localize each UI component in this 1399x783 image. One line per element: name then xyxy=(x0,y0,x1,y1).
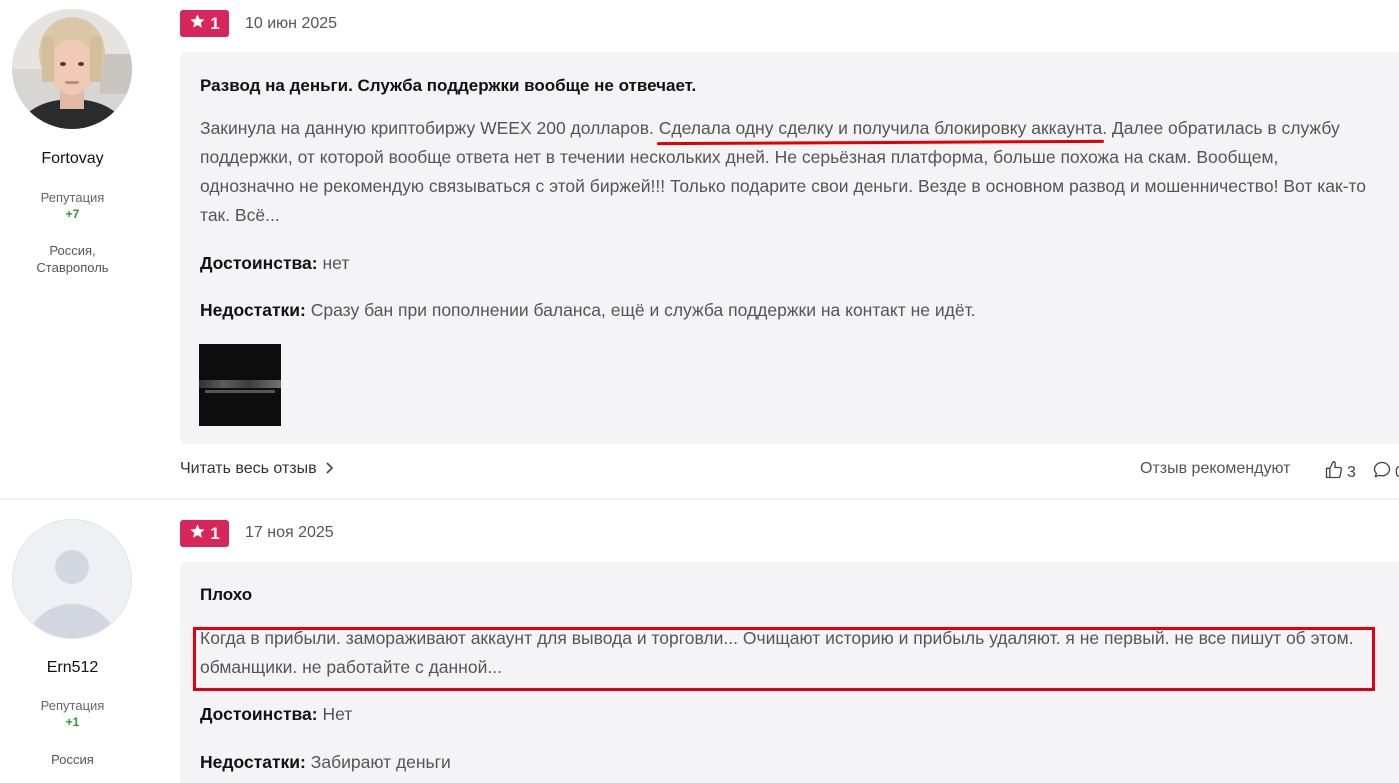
review-text-part: Закинула на данную криптобиржу WEEX 200 … xyxy=(200,118,659,138)
review-footer: Читать весь отзыв Отзыв рекомендуют 3 0 xyxy=(180,460,1399,481)
review-date: 10 июн 2025 xyxy=(245,15,338,32)
pros-label: Достоинства: xyxy=(200,704,318,724)
star-icon xyxy=(189,13,206,35)
comments-button[interactable]: 0 xyxy=(1372,460,1399,485)
avatar[interactable] xyxy=(12,519,132,639)
cons-value: Забирают деньги xyxy=(310,752,451,772)
review-photo-thumbnail[interactable] xyxy=(199,344,281,426)
pros-label: Достоинства: xyxy=(200,253,318,273)
author-location: Россия xyxy=(51,752,94,767)
review-cons: Недостатки: Сразу бан при пополнении бал… xyxy=(200,300,976,321)
comments-count: 0 xyxy=(1395,464,1399,482)
read-more-label: Читать весь отзыв xyxy=(180,460,317,477)
author-name[interactable]: Fortovay xyxy=(0,150,145,168)
review-title[interactable]: Плохо xyxy=(200,585,252,605)
reputation-label: Репутация xyxy=(40,698,105,713)
likes-count: 3 xyxy=(1347,463,1356,481)
avatar[interactable] xyxy=(12,9,132,129)
review-pros: Достоинства: Нет xyxy=(200,704,352,725)
thumbnail-graphic xyxy=(199,380,281,388)
location-city: Ставрополь xyxy=(36,260,109,275)
pros-value: нет xyxy=(322,253,350,273)
thumbnail-graphic xyxy=(205,390,275,393)
cons-value: Сразу бан при пополнении баланса, ещё и … xyxy=(310,300,976,320)
review-item: Fortovay Репутация +7 Россия, Ставрополь… xyxy=(0,0,1399,500)
review-title[interactable]: Развод на деньги. Служба поддержки вообщ… xyxy=(200,76,696,96)
review-cons: Недостатки: Забирают деньги xyxy=(200,752,451,773)
review-text: Закинула на данную криптобиржу WEEX 200 … xyxy=(200,114,1370,230)
location-country: Россия, xyxy=(49,243,96,258)
thumbs-up-icon xyxy=(1324,460,1344,485)
author-location: Россия, Ставрополь xyxy=(0,242,145,276)
reputation-value: +7 xyxy=(65,207,80,221)
underlined-text-content: Сделала одну сделку и получила блокировк… xyxy=(658,118,1103,138)
review-card[interactable]: Развод на деньги. Служба поддержки вообщ… xyxy=(180,52,1399,444)
cons-label: Недостатки: xyxy=(200,300,306,320)
review-pros: Достоинства: нет xyxy=(200,253,349,274)
reputation-value: +1 xyxy=(65,715,80,729)
star-icon xyxy=(189,523,206,545)
pros-value: Нет xyxy=(322,704,353,724)
review-date: 17 ноя 2025 xyxy=(245,524,334,541)
like-button[interactable]: 3 xyxy=(1324,460,1356,485)
rating-value: 1 xyxy=(210,523,220,543)
review-text: Когда в прибыли. замораживают аккаунт дл… xyxy=(200,628,1354,677)
rating-value: 1 xyxy=(210,13,220,33)
review-item: Ern512 Репутация +1 Россия 1 17 ноя 2025… xyxy=(0,500,1399,783)
review-card[interactable]: Плохо Когда в прибыли. замораживают акка… xyxy=(180,562,1399,783)
recommend-label: Отзыв рекомендуют xyxy=(1140,460,1291,477)
read-full-review-link[interactable]: Читать весь отзыв xyxy=(180,460,333,478)
underlined-text: Сделала одну сделку и получила блокировк… xyxy=(656,118,1105,146)
reputation-label: Репутация xyxy=(40,190,105,205)
annotation-underline xyxy=(656,139,1105,146)
comment-icon xyxy=(1372,460,1392,485)
rating-badge: 1 xyxy=(180,10,229,37)
rating-badge: 1 xyxy=(180,520,229,547)
chevron-right-icon xyxy=(325,461,333,477)
cons-label: Недостатки: xyxy=(200,752,306,772)
author-name[interactable]: Ern512 xyxy=(0,659,145,677)
